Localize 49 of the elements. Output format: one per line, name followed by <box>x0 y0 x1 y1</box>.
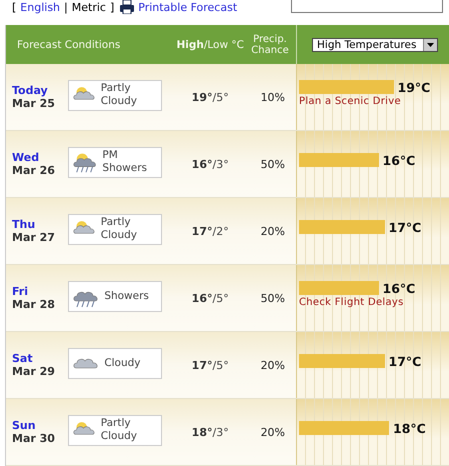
bracket: [ <box>12 0 16 14</box>
suggestion-link[interactable]: Plan a Scenic Drive <box>299 96 449 106</box>
precip-chance: 20% <box>260 358 286 372</box>
column-header: High/Low °C <box>175 38 244 50</box>
date-label: Mar 30 <box>12 432 56 445</box>
condition-text: Showers <box>104 290 149 302</box>
temperature-reading: 19°C <box>398 80 430 94</box>
condition-text: Partly Cloudy <box>100 216 138 242</box>
separator: | <box>64 0 68 14</box>
date-label: Mar 29 <box>12 365 56 378</box>
temperature-reading: 16°C <box>382 280 416 296</box>
date-label: Mar 25 <box>12 97 56 110</box>
precip-chance: 10% <box>260 90 286 104</box>
date-label: Mar 27 <box>12 231 56 244</box>
condition-text: Partly Cloudy <box>100 417 138 443</box>
high-low-temperature: 18°/3° <box>190 426 229 438</box>
precip-chance: 20% <box>260 426 286 438</box>
unit-link[interactable]: English <box>20 0 60 14</box>
high-low-temperature: 17°/2° <box>190 224 229 238</box>
day-link[interactable]: Thu <box>12 218 68 231</box>
precip-chance: 20% <box>260 224 286 238</box>
bracket: ] <box>110 0 114 14</box>
suggestion-link[interactable]: Check Flight Delays <box>299 296 449 308</box>
date-label: Mar 26 <box>12 164 56 177</box>
printable-forecast-link[interactable]: Printable Forecast <box>138 0 238 14</box>
high-low-temperature: 16°/3° <box>190 158 229 170</box>
condition-text: PM Showers <box>102 149 148 175</box>
temperature-reading: 17°C <box>388 220 422 234</box>
precip-chance: 50% <box>260 292 286 304</box>
day-link[interactable]: Today <box>12 84 68 97</box>
temperature-reading: 18°C <box>393 420 426 436</box>
temperature-reading: 16°C <box>382 152 416 168</box>
high-low-temperature: 16°/5° <box>190 292 229 304</box>
precip-chance: 50% <box>260 158 286 170</box>
condition-text: Partly Cloudy <box>100 82 138 108</box>
dropdown[interactable] <box>291 0 443 13</box>
column-header: Precip. Chance <box>250 34 290 56</box>
day-link[interactable]: Sat <box>12 352 68 365</box>
high-low-temperature: 17°/5° <box>190 358 229 372</box>
condition-text: Cloudy <box>104 356 141 370</box>
day-link[interactable]: Fri <box>12 285 68 298</box>
column-header: Forecast Conditions <box>16 38 122 50</box>
day-link[interactable]: Sun <box>12 419 68 432</box>
temperature-reading: 17°C <box>388 354 422 368</box>
high-low-temperature: 19°/5° <box>190 90 229 104</box>
chart-select[interactable]: High Temperatures <box>312 38 438 52</box>
date-label: Mar 28 <box>12 298 56 311</box>
unit-link[interactable]: Metric <box>72 0 106 14</box>
day-link[interactable]: Wed <box>12 151 68 164</box>
